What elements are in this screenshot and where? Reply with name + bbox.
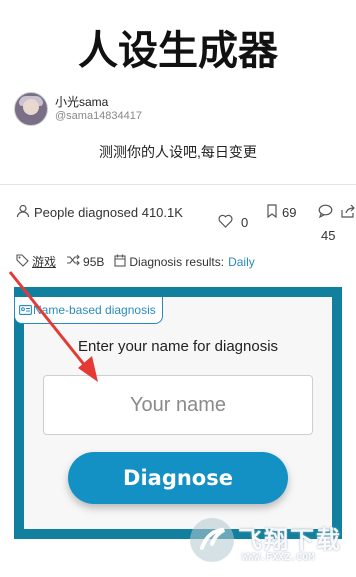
tab-name-based[interactable]: Name-based diagnosis [14, 297, 163, 324]
page-description: 测测你的人设吧,每日变更 [99, 144, 257, 160]
shuffle-icon [66, 254, 83, 269]
divider [0, 184, 356, 185]
author-name[interactable]: 小光sama [55, 95, 142, 109]
diagnosed-count: 410.1K [141, 205, 183, 220]
name-input[interactable] [43, 375, 313, 435]
watermark-url: WWW.FXXZ.COM [242, 552, 315, 563]
category-link[interactable]: 游戏 [32, 253, 56, 270]
bookmark-icon [266, 204, 282, 221]
user-icon [16, 204, 34, 221]
watermark: 飞翔下载 WWW.FXXZ.COM [190, 518, 356, 570]
results-info: Diagnosis results: Daily [114, 254, 255, 270]
diagnosed-label: People diagnosed [34, 205, 139, 220]
author-block[interactable]: 小光sama @sama14834417 [14, 92, 142, 126]
calendar-icon [114, 254, 129, 270]
comment-button[interactable] [318, 204, 337, 221]
bookmark-count: 69 [282, 205, 297, 220]
heart-icon [218, 214, 237, 231]
input-prompt: Enter your name for diagnosis [77, 338, 279, 355]
page-title: 人设生成器 [78, 28, 278, 74]
size-value: 95B [83, 254, 105, 269]
results-value: Daily [228, 254, 255, 269]
comment-count: 45 [321, 228, 336, 243]
category-tag[interactable]: 游戏 [16, 253, 56, 270]
watermark-logo-icon [190, 518, 234, 562]
comment-icon [318, 204, 337, 221]
diagnosed-stat: People diagnosed 410.1K [16, 204, 183, 221]
author-handle: @sama14834417 [55, 110, 143, 122]
like-count: 0 [241, 215, 249, 230]
watermark-text: 飞翔下载 [238, 526, 342, 554]
avatar[interactable] [14, 92, 48, 126]
results-label: Diagnosis results: [129, 254, 225, 269]
share-icon [340, 204, 356, 221]
tag-icon [16, 253, 32, 270]
share-button[interactable] [340, 204, 356, 221]
tab-label: Name-based diagnosis [33, 303, 156, 317]
like-button[interactable]: 0 [218, 214, 248, 231]
bookmark-button[interactable]: 69 [266, 204, 296, 221]
size-info: 95B [66, 254, 104, 269]
diagnose-button[interactable]: Diagnose [68, 452, 288, 504]
